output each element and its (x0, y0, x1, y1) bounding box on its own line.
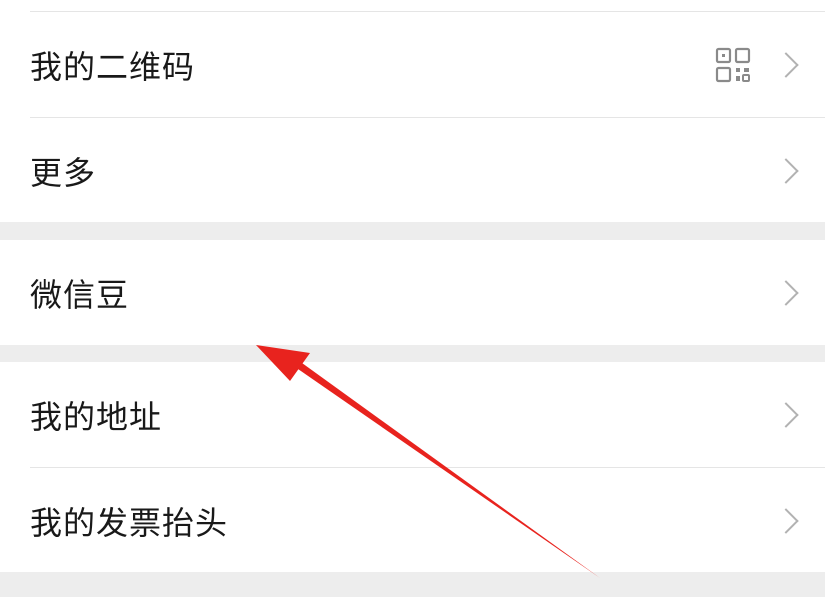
chevron-right-icon (773, 51, 799, 78)
menu-item-label: 更多 (30, 153, 97, 192)
menu-item-my-qr-code[interactable]: 我的二维码 (0, 12, 825, 117)
menu-item-label: 我的二维码 (30, 47, 196, 86)
qr-code-icon (715, 47, 751, 82)
chevron-right-icon (773, 401, 799, 428)
menu-group-2: 微信豆 (0, 240, 825, 345)
chevron-right-icon (773, 279, 799, 306)
menu-item-my-address[interactable]: 我的地址 (0, 362, 825, 467)
menu-item-wechat-beans[interactable]: 微信豆 (0, 240, 825, 345)
menu-group-3: 我的地址 我的发票抬头 (0, 362, 825, 572)
chevron-right-icon (773, 507, 799, 534)
menu-item-label: 我的地址 (30, 397, 163, 436)
menu-group-1: 我的二维码 更多 (0, 0, 825, 222)
menu-item-more[interactable]: 更多 (0, 118, 825, 223)
menu-item-label: 我的发票抬头 (30, 503, 229, 542)
chevron-right-icon (773, 157, 799, 184)
menu-item-label: 微信豆 (30, 275, 130, 314)
menu-item-invoice-title[interactable]: 我的发票抬头 (0, 468, 825, 573)
